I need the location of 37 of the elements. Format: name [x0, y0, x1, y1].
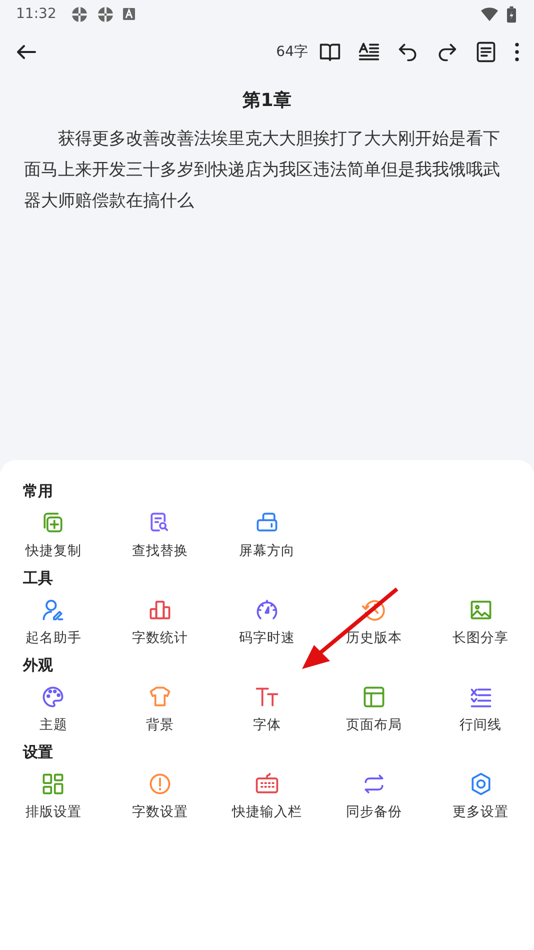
menu-item[interactable]: 历史版本: [320, 597, 428, 647]
menu-item[interactable]: 快捷复制: [0, 510, 107, 560]
menu-item[interactable]: 屏幕方向: [214, 510, 320, 560]
menu-item[interactable]: 起名助手: [0, 597, 107, 647]
menu-item[interactable]: 字数统计: [106, 597, 214, 647]
more-menu-icon[interactable]: [514, 41, 520, 63]
menu-item[interactable]: 同步备份: [320, 771, 428, 821]
menu-item[interactable]: 背景: [106, 684, 214, 734]
undo-icon[interactable]: [397, 41, 419, 63]
app-notification-icon: [71, 6, 88, 22]
section-title: 外观: [22, 656, 54, 676]
chapter-title: 第1章: [242, 89, 292, 112]
menu-item[interactable]: 快捷输入栏: [214, 771, 320, 821]
redo-icon[interactable]: [436, 41, 458, 63]
wifi-icon: [481, 6, 498, 22]
word-count: 64字: [276, 43, 308, 61]
menu-item[interactable]: 页面布局: [320, 684, 428, 734]
menu-item[interactable]: 更多设置: [427, 771, 534, 821]
section-title: 工具: [22, 569, 54, 589]
menu-item[interactable]: 长图分享: [427, 597, 534, 647]
keyboard-notification-icon: [123, 8, 136, 20]
menu-item[interactable]: 主题: [0, 684, 107, 734]
menu-item[interactable]: 字体: [214, 684, 320, 734]
battery-charging-icon: [507, 6, 516, 22]
section-title: 设置: [22, 743, 54, 763]
menu-item[interactable]: 码字时速: [214, 597, 320, 647]
menu-item[interactable]: 行间线: [427, 684, 534, 734]
open-book-icon[interactable]: [319, 41, 341, 63]
menu-item[interactable]: 查找替换: [106, 510, 214, 560]
notes-icon[interactable]: [475, 41, 497, 63]
text-format-icon[interactable]: [358, 41, 380, 63]
menu-item[interactable]: 字数设置: [106, 771, 214, 821]
app-notification-icon: [97, 6, 114, 22]
chapter-text: 获得更多改善改善法埃里克大大胆挨打了大大刚开始是看下面马上来开发三十多岁到快递店为我区违法简单但是我我饿哦武器大师赔偿款在搞什么: [24, 128, 501, 213]
menu-item[interactable]: 排版设置: [0, 771, 107, 821]
section-title: 常用: [22, 482, 54, 502]
status-time: 11:32: [16, 6, 56, 22]
